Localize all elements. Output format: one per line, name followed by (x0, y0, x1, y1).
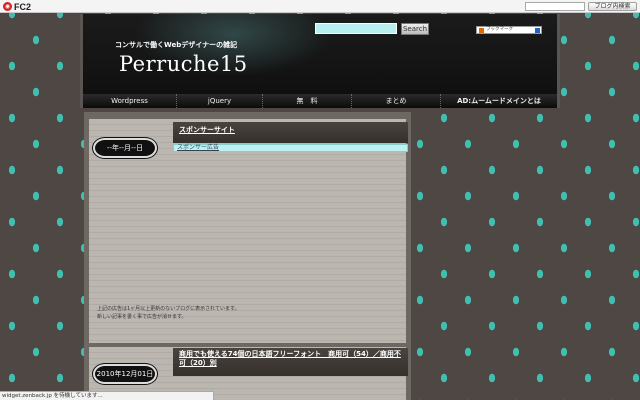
blog-search-button[interactable]: Search (401, 23, 429, 35)
bookmark-icon (479, 27, 484, 33)
fc2-logo-icon: ◉ (3, 2, 12, 11)
nav-item-ad-muumuu[interactable]: AD:ムームードメインとは (441, 94, 557, 108)
nav-item-jquery[interactable]: jQuery (177, 94, 263, 108)
fc2-logo-text: FC2 (14, 1, 32, 12)
bookmark-badge[interactable]: ブックマーク (476, 26, 542, 34)
ad-notice-line-2: 新しい記事を書く事で広告が消せます。 (97, 314, 187, 320)
post-title-link[interactable]: 商用でも使える74個の日本語フリーフォント 商用可（54）／商用不可（20）別 (173, 348, 408, 376)
share-icon (535, 27, 540, 33)
ad-notice: 上記の広告は1ヶ月以上更新のないブログに表示されています。 新しい記事を書く事で… (97, 305, 240, 321)
nav-item-wordpress[interactable]: Wordpress (83, 94, 177, 108)
blog-search-input[interactable] (315, 23, 397, 34)
post-sponsor: --年--月--日 スポンサーサイト スポンサー広告 上記の広告は1ヶ月以上更新… (89, 119, 408, 343)
post-title-link[interactable]: スポンサーサイト (173, 122, 408, 143)
bookmark-label: ブックマーク (486, 27, 513, 32)
sponsor-ad-link[interactable]: スポンサー広告 (173, 144, 408, 152)
nav-item-free[interactable]: 無 料 (263, 94, 352, 108)
ad-notice-line-1: 上記の広告は1ヶ月以上更新のないブログに表示されています。 (97, 306, 240, 312)
browser-status-bar: widget.zenback.jp を待機しています... (0, 391, 214, 400)
blog-title[interactable]: Perruche15 (119, 52, 248, 76)
main-content: --年--月--日 スポンサーサイト スポンサー広告 上記の広告は1ヶ月以上更新… (84, 112, 411, 400)
post-date-badge: 2010年12月01日 (93, 364, 157, 384)
global-nav: Wordpress jQuery 無 料 まとめ AD:ムームードメインとは (80, 94, 560, 108)
post-date-badge: --年--月--日 (93, 138, 157, 158)
fc2-logo[interactable]: ◉ FC2 (3, 1, 32, 12)
fc2-search-button[interactable]: ブログ内検索 (588, 2, 637, 11)
fc2-toolbar: ◉ FC2 ブログ内検索 (0, 0, 640, 13)
fc2-search-input[interactable] (525, 2, 585, 11)
nav-item-matome[interactable]: まとめ (352, 94, 441, 108)
blog-tagline: コンサルで働くWebデザイナーの雑記 (115, 41, 238, 49)
blog-header: コンサルで働くWebデザイナーの雑記 Perruche15 Search ブック… (80, 14, 560, 94)
